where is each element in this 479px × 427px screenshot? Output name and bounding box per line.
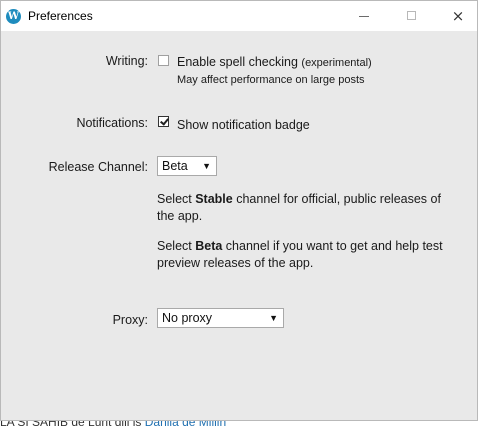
- spell-check-hint: May affect performance on large posts: [177, 74, 365, 86]
- close-icon[interactable]: ×: [436, 1, 479, 31]
- spell-check-label[interactable]: Enable spell checking (experimental): [177, 54, 372, 71]
- release-channel-label: Release Channel:: [48, 160, 148, 174]
- spell-check-note: (experimental): [301, 57, 372, 69]
- stable-channel-description: Select Stable channel for official, publ…: [157, 192, 441, 223]
- wordpress-logo-icon: W: [6, 9, 21, 24]
- proxy-value: No proxy: [162, 311, 213, 325]
- beta-channel-description: Select Beta channel if you want to get a…: [157, 239, 443, 270]
- maximize-icon[interactable]: [390, 1, 434, 31]
- release-channel-value: Beta: [162, 159, 188, 173]
- minimize-icon[interactable]: [343, 1, 387, 31]
- stable-keyword: Stable: [195, 192, 233, 206]
- spell-check-checkbox[interactable]: [158, 55, 169, 66]
- proxy-select[interactable]: No proxy ▼: [157, 308, 284, 328]
- window-title: Preferences: [28, 9, 93, 23]
- notification-badge-checkbox[interactable]: [158, 116, 169, 127]
- dropdown-arrow-icon: ▼: [269, 313, 278, 323]
- notifications-label: Notifications:: [76, 116, 148, 130]
- spell-check-text: Enable spell checking: [177, 55, 298, 69]
- beta-keyword: Beta: [195, 239, 223, 253]
- title-bar[interactable]: W Preferences ×: [1, 1, 477, 31]
- preferences-window: W Preferences × Writing: Enable spell ch…: [0, 0, 478, 421]
- notification-badge-label[interactable]: Show notification badge: [177, 117, 310, 133]
- dropdown-arrow-icon: ▼: [202, 161, 211, 171]
- release-channel-select[interactable]: Beta ▼: [157, 156, 217, 176]
- writing-label: Writing:: [105, 54, 148, 68]
- proxy-label: Proxy:: [112, 313, 148, 327]
